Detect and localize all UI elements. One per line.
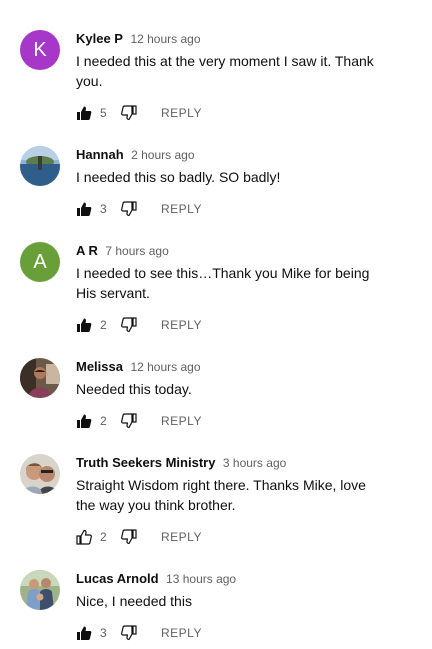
comment-text: Straight Wisdom right there. Thanks Mike… bbox=[76, 477, 366, 513]
dislike-button[interactable] bbox=[121, 105, 137, 121]
comment-header: Kylee P 12 hours ago bbox=[76, 30, 201, 48]
like-count: 2 bbox=[100, 414, 107, 428]
comment-actions: 3 REPLY bbox=[76, 201, 202, 217]
comment-text: I needed this at the very moment I saw i… bbox=[76, 53, 374, 89]
avatar[interactable] bbox=[20, 570, 60, 610]
reply-button[interactable]: REPLY bbox=[161, 625, 202, 641]
thumbs-down-icon bbox=[121, 201, 137, 217]
thumbs-up-icon bbox=[76, 529, 92, 545]
family-photo-avatar-icon bbox=[20, 570, 60, 610]
like-count: 2 bbox=[100, 318, 107, 332]
like-button[interactable] bbox=[76, 529, 92, 545]
dislike-button[interactable] bbox=[121, 529, 137, 545]
author-name[interactable]: Truth Seekers Ministry bbox=[76, 455, 215, 470]
thumbs-up-filled-icon bbox=[77, 626, 92, 640]
dislike-button[interactable] bbox=[121, 413, 137, 429]
thumbs-down-icon bbox=[121, 625, 137, 641]
author-name[interactable]: Lucas Arnold bbox=[76, 571, 159, 586]
like-count: 3 bbox=[100, 626, 107, 640]
reply-button[interactable]: REPLY bbox=[161, 201, 202, 217]
like-button[interactable] bbox=[76, 625, 92, 641]
thumbs-down-icon bbox=[121, 317, 137, 333]
timestamp[interactable]: 12 hours ago bbox=[130, 32, 200, 46]
comment-actions: 2 REPLY bbox=[76, 317, 202, 333]
reply-button[interactable]: REPLY bbox=[161, 529, 202, 545]
timestamp[interactable]: 12 hours ago bbox=[130, 360, 200, 374]
like-count: 2 bbox=[100, 530, 107, 544]
avatar[interactable] bbox=[20, 358, 60, 398]
comment-header: Melissa 12 hours ago bbox=[76, 358, 201, 376]
comment-text: Needed this today. bbox=[76, 381, 192, 397]
comment-header: A R 7 hours ago bbox=[76, 242, 169, 260]
dislike-button[interactable] bbox=[121, 625, 137, 641]
dislike-button[interactable] bbox=[121, 317, 137, 333]
like-button[interactable] bbox=[76, 413, 92, 429]
like-button[interactable] bbox=[76, 317, 92, 333]
comments-list: K Kylee P 12 hours ago I needed this at … bbox=[0, 0, 432, 649]
comment-header: Truth Seekers Ministry 3 hours ago bbox=[76, 454, 286, 472]
thumbs-down-icon bbox=[121, 413, 137, 429]
comment-actions: 2 REPLY bbox=[76, 529, 202, 545]
comment-header: Lucas Arnold 13 hours ago bbox=[76, 570, 236, 588]
thumbs-up-filled-icon bbox=[77, 106, 92, 120]
like-button[interactable] bbox=[76, 201, 92, 217]
reply-button[interactable]: REPLY bbox=[161, 317, 202, 333]
comment-text: I needed this so badly. SO badly! bbox=[76, 169, 281, 185]
avatar[interactable] bbox=[20, 146, 60, 186]
landscape-photo-avatar-icon bbox=[20, 146, 60, 186]
author-name[interactable]: Hannah bbox=[76, 147, 124, 162]
author-name[interactable]: Melissa bbox=[76, 359, 123, 374]
comment-text: Nice, I needed this bbox=[76, 593, 192, 609]
author-name[interactable]: Kylee P bbox=[76, 31, 123, 46]
comment-text: I needed to see this…Thank you Mike for … bbox=[76, 265, 370, 301]
comment-actions: 2 REPLY bbox=[76, 413, 202, 429]
timestamp[interactable]: 13 hours ago bbox=[166, 572, 236, 586]
person-photo-avatar-icon bbox=[20, 358, 60, 398]
thumbs-up-filled-icon bbox=[77, 202, 92, 216]
timestamp[interactable]: 2 hours ago bbox=[131, 148, 194, 162]
avatar[interactable] bbox=[20, 454, 60, 494]
comment-actions: 5 REPLY bbox=[76, 105, 202, 121]
comment-header: Hannah 2 hours ago bbox=[76, 146, 195, 164]
avatar[interactable]: K bbox=[20, 30, 60, 70]
timestamp[interactable]: 7 hours ago bbox=[105, 244, 168, 258]
comment-actions: 3 REPLY bbox=[76, 625, 202, 641]
thumbs-down-icon bbox=[121, 529, 137, 545]
dislike-button[interactable] bbox=[121, 201, 137, 217]
avatar-letter: K bbox=[33, 38, 47, 61]
author-name[interactable]: A R bbox=[76, 243, 98, 258]
couple-photo-avatar-icon bbox=[20, 454, 60, 494]
thumbs-up-filled-icon bbox=[77, 318, 92, 332]
like-button[interactable] bbox=[76, 105, 92, 121]
like-count: 5 bbox=[100, 106, 107, 120]
avatar[interactable]: A bbox=[20, 242, 60, 282]
reply-button[interactable]: REPLY bbox=[161, 413, 202, 429]
thumbs-down-icon bbox=[121, 105, 137, 121]
like-count: 3 bbox=[100, 202, 107, 216]
thumbs-up-filled-icon bbox=[77, 414, 92, 428]
timestamp[interactable]: 3 hours ago bbox=[223, 456, 286, 470]
avatar-letter: A bbox=[33, 250, 47, 273]
reply-button[interactable]: REPLY bbox=[161, 105, 202, 121]
